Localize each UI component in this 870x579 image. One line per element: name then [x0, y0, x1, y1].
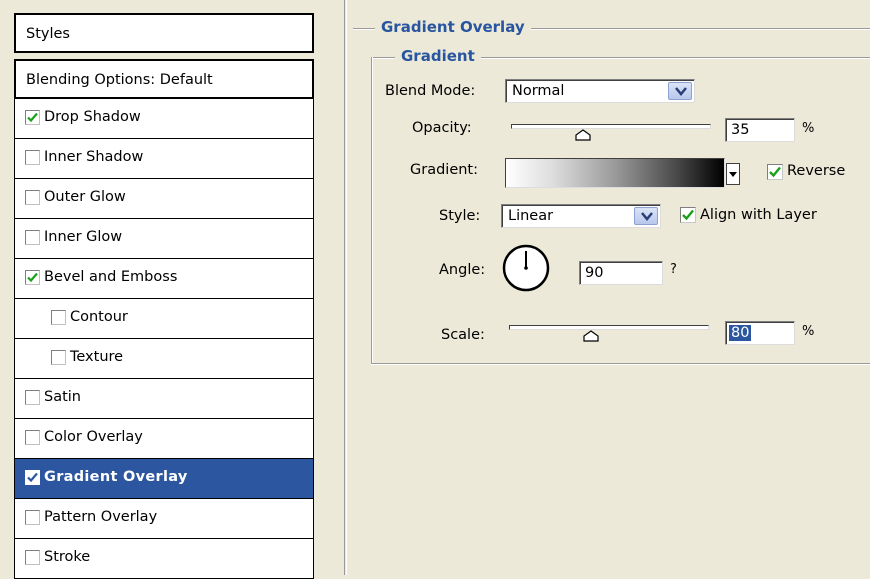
blend-mode-label: Blend Mode: [385, 83, 476, 99]
style-item-label: Texture [70, 349, 124, 365]
scale-label: Scale: [441, 327, 485, 343]
slider-thumb-icon[interactable] [575, 129, 591, 141]
style-item-stroke[interactable]: Stroke [14, 539, 314, 579]
blending-options-label: Blending Options: Default [26, 72, 213, 88]
dropdown-arrow-icon [729, 172, 737, 177]
blending-options-item[interactable]: Blending Options: Default [14, 59, 314, 99]
angle-input[interactable]: 90 [579, 261, 663, 285]
checkbox-empty-icon[interactable] [25, 150, 40, 165]
style-item-bevel-and-emboss[interactable]: Bevel and Emboss [14, 259, 314, 299]
scale-slider[interactable] [509, 323, 709, 345]
checkbox-empty-icon[interactable] [25, 230, 40, 245]
styles-list: Styles Blending Options: Default Drop Sh… [14, 13, 316, 579]
style-label: Style: [439, 208, 481, 224]
style-item-label: Contour [70, 309, 128, 325]
style-value: Linear [508, 208, 554, 224]
checkbox-empty-icon[interactable] [25, 550, 40, 565]
scale-unit: % [802, 324, 815, 339]
gradient-label: Gradient: [410, 162, 478, 178]
checkbox-empty-icon[interactable] [25, 190, 40, 205]
scale-value: 80 [729, 325, 752, 341]
scale-input[interactable]: 80 [725, 321, 795, 345]
inner-group-left [371, 57, 373, 364]
style-item-label: Inner Shadow [44, 149, 144, 165]
style-item-texture[interactable]: Texture [14, 339, 314, 379]
style-select[interactable]: Linear [501, 204, 661, 228]
checkbox-checked-icon[interactable] [25, 470, 40, 485]
style-item-inner-glow[interactable]: Inner Glow [14, 219, 314, 259]
inner-group-bottom [371, 363, 870, 365]
align-with-layer-label: Align with Layer [700, 207, 817, 223]
style-item-outer-glow[interactable]: Outer Glow [14, 179, 314, 219]
checkbox-empty-icon[interactable] [25, 390, 40, 405]
chevron-down-icon[interactable] [668, 82, 692, 100]
angle-value: 90 [585, 265, 604, 281]
style-item-label: Color Overlay [44, 429, 143, 445]
style-item-gradient-overlay[interactable]: Gradient Overlay [14, 459, 314, 499]
checkbox-empty-icon[interactable] [25, 430, 40, 445]
slider-thumb-icon[interactable] [582, 330, 599, 342]
checkbox-empty-icon[interactable] [51, 310, 66, 325]
checkbox-empty-icon[interactable] [51, 350, 66, 365]
group-title: Gradient [395, 47, 481, 65]
checkbox-checked-icon[interactable] [25, 110, 40, 125]
opacity-label: Opacity: [412, 120, 472, 136]
style-item-label: Drop Shadow [44, 109, 141, 125]
style-item-label: Inner Glow [44, 229, 123, 245]
checkbox-empty-icon[interactable] [25, 510, 40, 525]
angle-dial-icon[interactable] [501, 243, 551, 293]
angle-label: Angle: [439, 262, 486, 278]
angle-unit: ? [670, 262, 677, 277]
styles-header[interactable]: Styles [14, 13, 314, 53]
opacity-unit: % [802, 121, 815, 136]
style-item-label: Stroke [44, 549, 91, 565]
styles-header-label: Styles [26, 26, 70, 42]
style-item-satin[interactable]: Satin [14, 379, 314, 419]
style-item-pattern-overlay[interactable]: Pattern Overlay [14, 499, 314, 539]
style-item-contour[interactable]: Contour [14, 299, 314, 339]
opacity-slider[interactable] [511, 122, 711, 144]
blend-mode-select[interactable]: Normal [505, 79, 695, 103]
style-item-drop-shadow[interactable]: Drop Shadow [14, 99, 314, 139]
chevron-down-icon[interactable] [634, 207, 658, 225]
style-item-inner-shadow[interactable]: Inner Shadow [14, 139, 314, 179]
opacity-value: 35 [731, 122, 750, 138]
style-item-label: Gradient Overlay [44, 469, 188, 485]
style-item-label: Bevel and Emboss [44, 269, 178, 285]
style-item-label: Satin [44, 389, 81, 405]
opacity-input[interactable]: 35 [725, 118, 795, 142]
style-item-label: Pattern Overlay [44, 509, 158, 525]
reverse-label: Reverse [787, 163, 846, 179]
gradient-dropdown[interactable] [726, 163, 740, 185]
checkbox-checked-icon[interactable] [25, 270, 40, 285]
align-with-layer-checkbox[interactable] [680, 207, 696, 223]
style-item-label: Outer Glow [44, 189, 126, 205]
blend-mode-value: Normal [512, 83, 565, 99]
style-item-color-overlay[interactable]: Color Overlay [14, 419, 314, 459]
panel-title: Gradient Overlay [375, 18, 531, 36]
gradient-swatch[interactable] [505, 158, 725, 188]
gradient-overlay-panel: Gradient Overlay Gradient Blend Mode: No… [344, 0, 870, 575]
reverse-checkbox[interactable] [767, 164, 783, 180]
